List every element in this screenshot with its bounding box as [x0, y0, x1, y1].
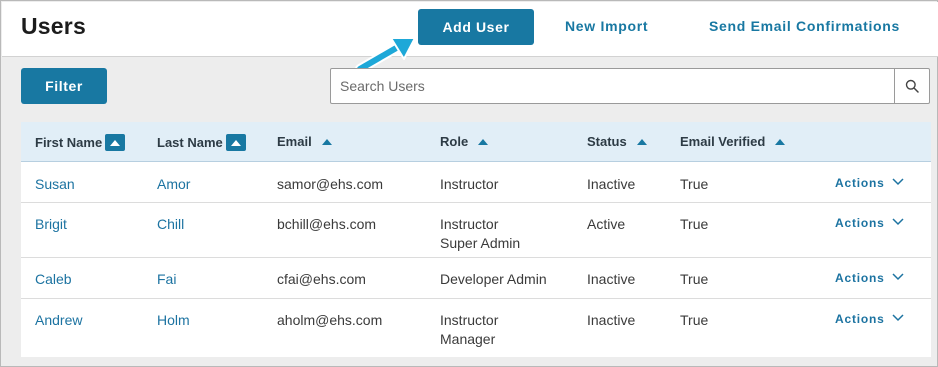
chevron-down-icon	[892, 313, 904, 321]
column-header-last-name[interactable]: Last Name	[157, 134, 246, 151]
actions-dropdown[interactable]: Actions	[835, 176, 904, 190]
actions-dropdown[interactable]: Actions	[835, 271, 904, 285]
email-verified-cell: True	[680, 312, 709, 328]
users-table: First Name Last Name Email Role Status E…	[21, 122, 931, 357]
role-line: Instructor	[440, 216, 499, 232]
column-header-email[interactable]: Email	[277, 134, 334, 149]
status-cell: Active	[587, 216, 626, 232]
actions-label: Actions	[835, 176, 885, 190]
sort-ascending-icon[interactable]	[773, 135, 787, 149]
column-label: Role	[440, 134, 469, 149]
actions-label: Actions	[835, 271, 885, 285]
sort-ascending-icon[interactable]	[105, 134, 126, 151]
sort-ascending-icon[interactable]	[320, 135, 334, 149]
chevron-down-icon	[892, 217, 904, 225]
search-button[interactable]	[894, 69, 929, 103]
page-title: Users	[21, 13, 86, 39]
email-cell: aholm@ehs.com	[277, 312, 383, 328]
column-label: First Name	[35, 135, 103, 150]
actions-label: Actions	[835, 216, 885, 230]
status-cell: Inactive	[587, 176, 636, 192]
status-cell: Inactive	[587, 271, 636, 287]
column-label: Email	[277, 134, 312, 149]
first-name-link[interactable]: Susan	[35, 175, 75, 194]
search-box	[330, 68, 930, 104]
email-verified-cell: True	[680, 271, 709, 287]
role-line: Instructor	[440, 312, 499, 328]
new-import-button[interactable]: New Import	[565, 18, 648, 34]
role-cell: Instructor Manager	[440, 311, 498, 349]
sort-ascending-icon[interactable]	[635, 135, 649, 149]
column-label: Email Verified	[680, 134, 766, 149]
sort-ascending-icon[interactable]	[476, 135, 490, 149]
role-line: Super Admin	[440, 235, 521, 251]
last-name-link[interactable]: Amor	[157, 175, 190, 194]
email-cell: bchill@ehs.com	[277, 216, 377, 232]
role-cell: Instructor	[440, 175, 498, 194]
table-row: Caleb Fai cfai@ehs.com Developer Admin I…	[21, 258, 931, 299]
users-page: Users Add User New Import Send Email Con…	[0, 0, 938, 367]
role-line: Manager	[440, 331, 496, 347]
last-name-link[interactable]: Fai	[157, 270, 176, 289]
actions-dropdown[interactable]: Actions	[835, 312, 904, 326]
email-cell: cfai@ehs.com	[277, 271, 366, 287]
first-name-link[interactable]: Caleb	[35, 270, 72, 289]
table-row: Brigit Chill bchill@ehs.com Instructor S…	[21, 203, 931, 258]
send-email-confirmations-button[interactable]: Send Email Confirmations	[709, 18, 900, 34]
add-user-button[interactable]: Add User	[418, 9, 534, 45]
role-cell: Developer Admin	[440, 270, 547, 289]
actions-label: Actions	[835, 312, 885, 326]
actions-dropdown[interactable]: Actions	[835, 216, 904, 230]
role-line: Instructor	[440, 176, 499, 192]
chevron-down-icon	[892, 272, 904, 280]
email-verified-cell: True	[680, 216, 709, 232]
search-input[interactable]	[331, 69, 894, 103]
last-name-link[interactable]: Holm	[157, 311, 190, 330]
column-header-email-verified[interactable]: Email Verified	[680, 134, 787, 149]
last-name-link[interactable]: Chill	[157, 215, 184, 234]
role-line: Developer Admin	[440, 271, 547, 287]
table-header: First Name Last Name Email Role Status E…	[21, 122, 931, 162]
chevron-down-icon	[892, 177, 904, 185]
page-header: Users Add User New Import Send Email Con…	[2, 2, 938, 57]
table-row: Andrew Holm aholm@ehs.com Instructor Man…	[21, 299, 931, 357]
column-header-role[interactable]: Role	[440, 134, 490, 149]
first-name-link[interactable]: Andrew	[35, 311, 82, 330]
first-name-link[interactable]: Brigit	[35, 215, 67, 234]
email-cell: samor@ehs.com	[277, 176, 384, 192]
column-header-first-name[interactable]: First Name	[35, 134, 126, 151]
status-cell: Inactive	[587, 312, 636, 328]
column-label: Last Name	[157, 135, 223, 150]
table-row: Susan Amor samor@ehs.com Instructor Inac…	[21, 163, 931, 203]
filter-button[interactable]: Filter	[21, 68, 107, 104]
column-label: Status	[587, 134, 627, 149]
search-icon	[905, 79, 919, 93]
sort-ascending-icon[interactable]	[225, 134, 246, 151]
email-verified-cell: True	[680, 176, 709, 192]
role-cell: Instructor Super Admin	[440, 215, 520, 253]
column-header-status[interactable]: Status	[587, 134, 649, 149]
